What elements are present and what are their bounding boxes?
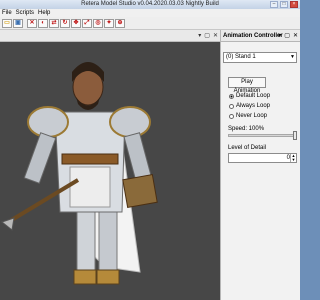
chevron-down-icon: ▼: [290, 54, 295, 60]
close-button[interactable]: ×: [290, 1, 298, 8]
panel-title: Animation Controller: [223, 33, 283, 39]
toolbar: ▭ ▣ ✕ ◐ ⇄ ↻ ✥ ⤢ ◎ ✦ ⊕: [0, 17, 300, 30]
tool-icon-5[interactable]: ✥: [71, 18, 81, 28]
panel-pin-icon[interactable]: ▾: [278, 32, 281, 39]
panel-close-icon[interactable]: ✕: [293, 32, 298, 39]
save-icon[interactable]: ▣: [13, 18, 23, 28]
radio-dot: [229, 113, 234, 119]
tool-icon-7[interactable]: ◎: [93, 18, 103, 28]
menu-help[interactable]: Help: [38, 9, 54, 17]
panel-maximize-icon[interactable]: ▢: [284, 32, 290, 39]
animation-select[interactable]: (0) Stand 1 ▼: [223, 52, 297, 63]
menu-bar: File Scripts Help: [0, 9, 300, 17]
menu-file[interactable]: File: [0, 9, 16, 17]
animation-select-value: (0) Stand 1: [226, 54, 256, 60]
tool-icon-4[interactable]: ↻: [60, 18, 70, 28]
viewport-header: ▾ ▢ ✕: [0, 30, 220, 42]
lod-spinner[interactable]: 0 ▲ ▼: [228, 153, 297, 163]
radio-default-loop[interactable]: Default Loop: [229, 93, 270, 99]
play-animation-button[interactable]: Play Animation: [228, 77, 266, 94]
animation-controller-header: Animation Controller ▾ ▢ ✕: [220, 30, 300, 42]
folder-icon[interactable]: ▭: [2, 18, 12, 28]
title-bar: Retera Model Studio v0.04.2020.03.03 Nig…: [0, 0, 300, 9]
tool-icon-2[interactable]: ◐: [38, 18, 48, 28]
spinner-arrows-icon[interactable]: ▲ ▼: [290, 154, 296, 162]
speed-slider[interactable]: [228, 131, 297, 140]
radio-dot: [229, 103, 234, 109]
tool-icon-8[interactable]: ✦: [104, 18, 114, 28]
window-title: Retera Model Studio v0.04.2020.03.03 Nig…: [81, 1, 219, 7]
radio-never-loop[interactable]: Never Loop: [229, 113, 267, 119]
tool-icon-9[interactable]: ⊕: [115, 18, 125, 28]
maximize-panel-icon[interactable]: ▢: [204, 32, 210, 39]
radio-dot-selected: [229, 93, 234, 99]
tool-icon-1[interactable]: ✕: [27, 18, 37, 28]
radio-label: Always Loop: [236, 103, 271, 109]
hero-model-render: [0, 62, 158, 285]
minimize-button[interactable]: –: [270, 1, 278, 8]
close-panel-icon[interactable]: ✕: [213, 32, 218, 39]
tool-icon-3[interactable]: ⇄: [49, 18, 59, 28]
lod-label: Level of Detail: [228, 145, 267, 151]
menu-scripts[interactable]: Scripts: [16, 9, 38, 17]
maximize-button[interactable]: □: [280, 1, 288, 8]
slider-thumb[interactable]: [293, 131, 297, 140]
speed-label: Speed: 100%: [228, 126, 265, 132]
pin-icon[interactable]: ▾: [198, 32, 201, 39]
tool-icon-6[interactable]: ⤢: [82, 18, 92, 28]
radio-label: Never Loop: [236, 113, 268, 119]
radio-label: Default Loop: [236, 93, 271, 99]
radio-always-loop[interactable]: Always Loop: [229, 103, 270, 109]
